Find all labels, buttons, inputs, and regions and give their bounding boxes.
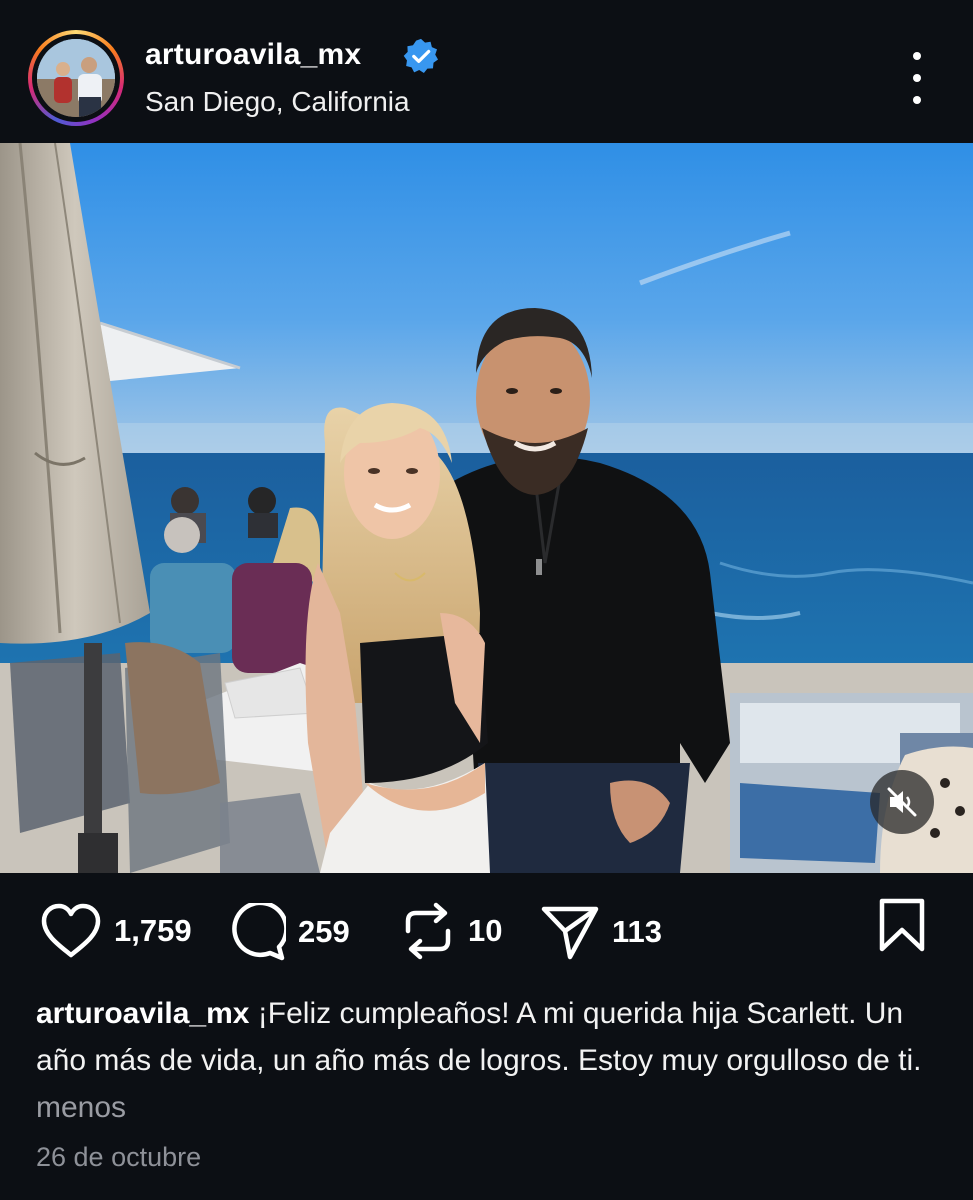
repost-count: 10 (468, 913, 503, 948)
caption-username[interactable]: arturoavila_mx (36, 997, 249, 1030)
comment-button[interactable]: 259 (226, 903, 350, 961)
comment-count: 259 (298, 914, 350, 949)
post-location[interactable]: San Diego, California (145, 86, 410, 118)
heart-icon (41, 903, 101, 958)
repost-icon (405, 902, 451, 960)
like-button[interactable]: 1,759 (40, 903, 192, 959)
muted-speaker-icon[interactable] (870, 770, 934, 834)
comment-bubble-icon (232, 903, 286, 961)
post-actions-bar: 1,759 259 10 113 (0, 873, 973, 993)
verified-badge-icon (403, 38, 439, 74)
post-username[interactable]: arturoavila_mx (145, 38, 361, 72)
post-photo[interactable] (0, 143, 973, 873)
send-icon (541, 906, 599, 960)
avatar[interactable] (37, 39, 115, 117)
post-caption: arturoavila_mx ¡Feliz cumpleaños! A mi q… (36, 990, 936, 1131)
repost-button[interactable]: 10 (400, 901, 502, 961)
more-options-icon[interactable] (900, 52, 934, 104)
avatar-story-ring[interactable] (28, 30, 124, 126)
bookmark-icon (879, 898, 925, 952)
like-count: 1,759 (114, 913, 192, 948)
share-button[interactable]: 113 (540, 903, 662, 961)
post-header: arturoavila_mx San Diego, California (0, 0, 973, 143)
post-date: 26 de octubre (36, 1142, 202, 1172)
save-button[interactable] (878, 898, 926, 957)
caption-less-link[interactable]: menos (36, 1091, 126, 1124)
share-count: 113 (612, 914, 663, 949)
